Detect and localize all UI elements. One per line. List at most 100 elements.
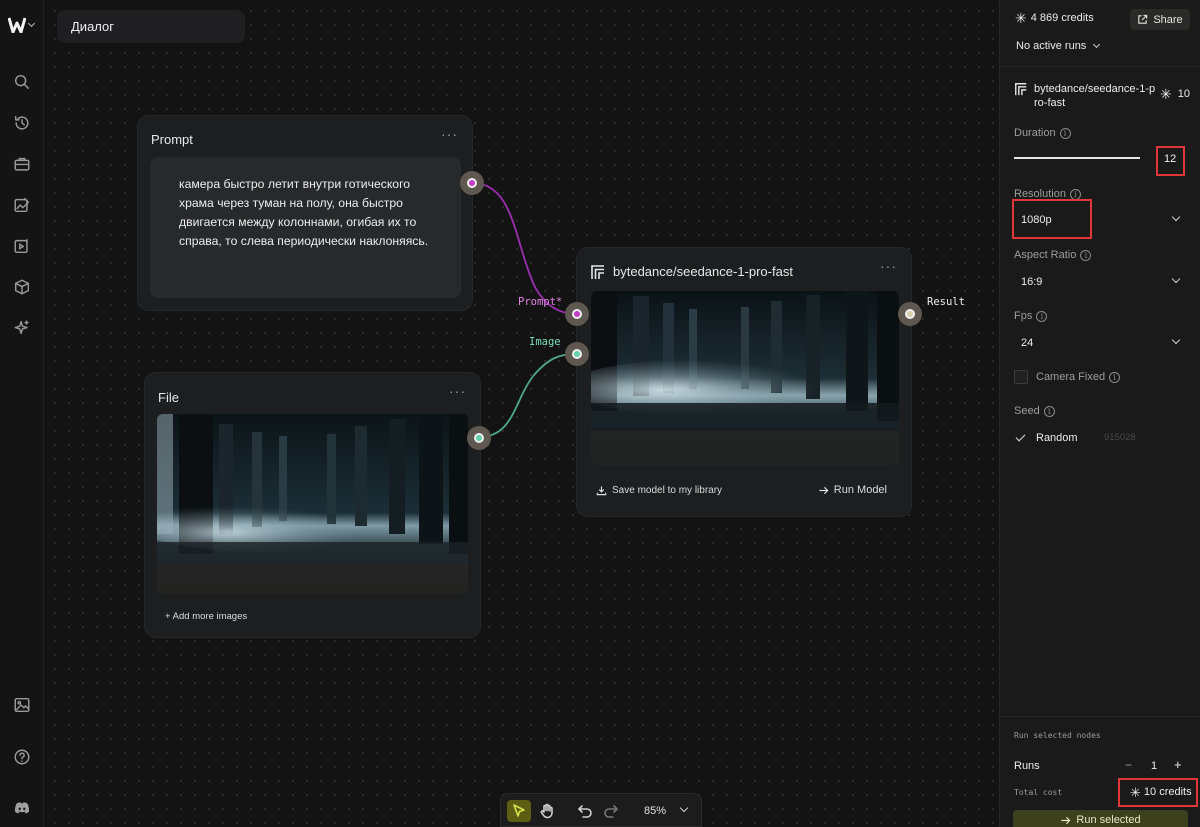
- run-selected-label: Run selected: [1076, 814, 1141, 826]
- select-tool-button[interactable]: [507, 800, 531, 822]
- chevron-down-icon: [27, 19, 36, 28]
- info-icon[interactable]: i: [1069, 188, 1081, 200]
- save-model-button[interactable]: Save model to my library: [596, 485, 722, 496]
- info-icon[interactable]: i: [1036, 310, 1048, 322]
- result-output-label: Result: [927, 296, 965, 308]
- prompt-node[interactable]: Prompt ··· камера быстро летит внутри го…: [137, 115, 473, 311]
- search-icon[interactable]: [8, 68, 36, 96]
- duration-slider[interactable]: [1014, 157, 1140, 159]
- workflow-canvas[interactable]: Диалог Prompt ··· камера быстро летит вн…: [44, 0, 999, 827]
- fps-select[interactable]: 24: [1021, 337, 1033, 349]
- gallery-icon[interactable]: [8, 691, 36, 719]
- duration-label-text: Duration: [1014, 127, 1056, 139]
- run-model-button[interactable]: Run Model: [818, 484, 887, 496]
- image-input-label: Image: [529, 336, 561, 348]
- chevron-down-icon: [1093, 40, 1101, 49]
- prompt-input-port[interactable]: [565, 302, 589, 326]
- undo-button[interactable]: [573, 800, 597, 822]
- zoom-chevron-down-icon[interactable]: [679, 803, 689, 813]
- runs-label: Runs: [1014, 760, 1040, 772]
- result-output-port[interactable]: [898, 302, 922, 326]
- info-icon[interactable]: i: [1109, 371, 1121, 383]
- share-icon: [1138, 14, 1148, 24]
- redo-button[interactable]: [599, 800, 623, 822]
- total-cost-highlight: [1118, 778, 1198, 807]
- undo-icon: [578, 805, 592, 818]
- camera-fixed-label-text: Camera Fixed: [1036, 371, 1106, 383]
- left-rail: [0, 0, 44, 827]
- info-icon[interactable]: i: [1059, 127, 1071, 139]
- runs-increment-button[interactable]: +: [1174, 757, 1182, 772]
- run-selected-nodes-label: Run selected nodes: [1014, 731, 1101, 740]
- asterisk-icon: ✳: [1160, 85, 1172, 102]
- prompt-text-area[interactable]: камера быстро летит внутри готического х…: [150, 157, 461, 298]
- model-node-title: bytedance/seedance-1-pro-fast: [613, 264, 793, 279]
- run-selected-button[interactable]: Run selected: [1013, 810, 1188, 827]
- help-icon[interactable]: [8, 743, 36, 771]
- model-logo-icon: [1014, 82, 1028, 101]
- cube-icon[interactable]: [8, 273, 36, 301]
- redo-icon: [604, 805, 618, 818]
- resolution-highlight: [1012, 199, 1092, 239]
- discord-icon[interactable]: [8, 794, 36, 822]
- total-cost-label: Total cost: [1014, 788, 1063, 797]
- gothic-hall-image: [157, 414, 468, 594]
- sparkle-icon[interactable]: [8, 314, 36, 342]
- arrow-right-icon: [819, 486, 829, 494]
- fps-label-text: Fps: [1014, 310, 1033, 322]
- file-node-menu-button[interactable]: ···: [449, 383, 466, 399]
- duration-label: Duration i: [1014, 127, 1071, 139]
- model-node-menu-button[interactable]: ···: [880, 258, 897, 274]
- video-icon[interactable]: [8, 232, 36, 260]
- panel-divider: [1000, 716, 1200, 717]
- aspect-ratio-label: Aspect Ratio i: [1014, 249, 1092, 261]
- image-edit-icon[interactable]: [8, 191, 36, 219]
- file-node-title: File: [158, 390, 179, 405]
- workflow-tab-title[interactable]: Диалог: [57, 10, 245, 43]
- asterisk-icon: ✳: [1015, 9, 1027, 26]
- add-more-images-button[interactable]: + Add more images: [165, 611, 247, 622]
- history-icon[interactable]: [8, 109, 36, 137]
- fps-label: Fps i: [1014, 310, 1048, 322]
- model-name: bytedance/seedance-1-pro-fast: [1034, 83, 1156, 109]
- cursor-icon: [513, 804, 525, 817]
- briefcase-icon[interactable]: [8, 150, 36, 178]
- hand-tool-button[interactable]: [535, 800, 559, 822]
- image-wire: [478, 353, 578, 438]
- arrow-right-icon: [1061, 816, 1071, 824]
- properties-panel: ✳ 4 869 credits Share No active runs byt…: [999, 0, 1200, 827]
- fps-chevron-down-icon[interactable]: [1171, 335, 1181, 345]
- uploaded-image: [157, 414, 468, 594]
- aspect-ratio-chevron-down-icon[interactable]: [1171, 274, 1181, 284]
- share-label: Share: [1153, 13, 1183, 26]
- model-node[interactable]: bytedance/seedance-1-pro-fast ··· Save m…: [576, 247, 912, 517]
- duration-highlight: [1156, 146, 1185, 176]
- info-icon[interactable]: i: [1043, 405, 1055, 417]
- gothic-hall-result-image: [591, 291, 899, 465]
- prompt-wire: [471, 182, 578, 315]
- aspect-ratio-select[interactable]: 16:9: [1021, 276, 1042, 288]
- file-output-port[interactable]: [467, 426, 491, 450]
- run-model-label: Run Model: [833, 484, 887, 496]
- active-runs-label: No active runs: [1016, 40, 1087, 52]
- random-seed-label[interactable]: Random: [1036, 432, 1078, 444]
- random-seed-checkmark-icon[interactable]: [1015, 431, 1026, 442]
- aspect-ratio-label-text: Aspect Ratio: [1014, 249, 1077, 261]
- model-logo-icon: [590, 264, 606, 280]
- seed-input[interactable]: 915028: [1104, 432, 1136, 443]
- camera-fixed-checkbox[interactable]: [1014, 370, 1028, 384]
- credits-display: ✳ 4 869 credits: [1015, 9, 1094, 26]
- runs-decrement-button[interactable]: −: [1125, 758, 1132, 772]
- resolution-chevron-down-icon[interactable]: [1171, 212, 1181, 222]
- info-icon[interactable]: i: [1080, 249, 1092, 261]
- zoom-level[interactable]: 85%: [644, 805, 666, 817]
- image-input-port[interactable]: [565, 342, 589, 366]
- runs-value[interactable]: 1: [1151, 760, 1157, 772]
- share-button[interactable]: Share: [1130, 9, 1190, 30]
- credits-value: 4 869 credits: [1030, 12, 1094, 24]
- app-logo[interactable]: [8, 14, 36, 36]
- prompt-node-menu-button[interactable]: ···: [441, 126, 458, 142]
- file-node[interactable]: File ··· + Add more images: [144, 372, 481, 638]
- active-runs-dropdown[interactable]: No active runs: [1016, 40, 1101, 52]
- prompt-output-port[interactable]: [460, 171, 484, 195]
